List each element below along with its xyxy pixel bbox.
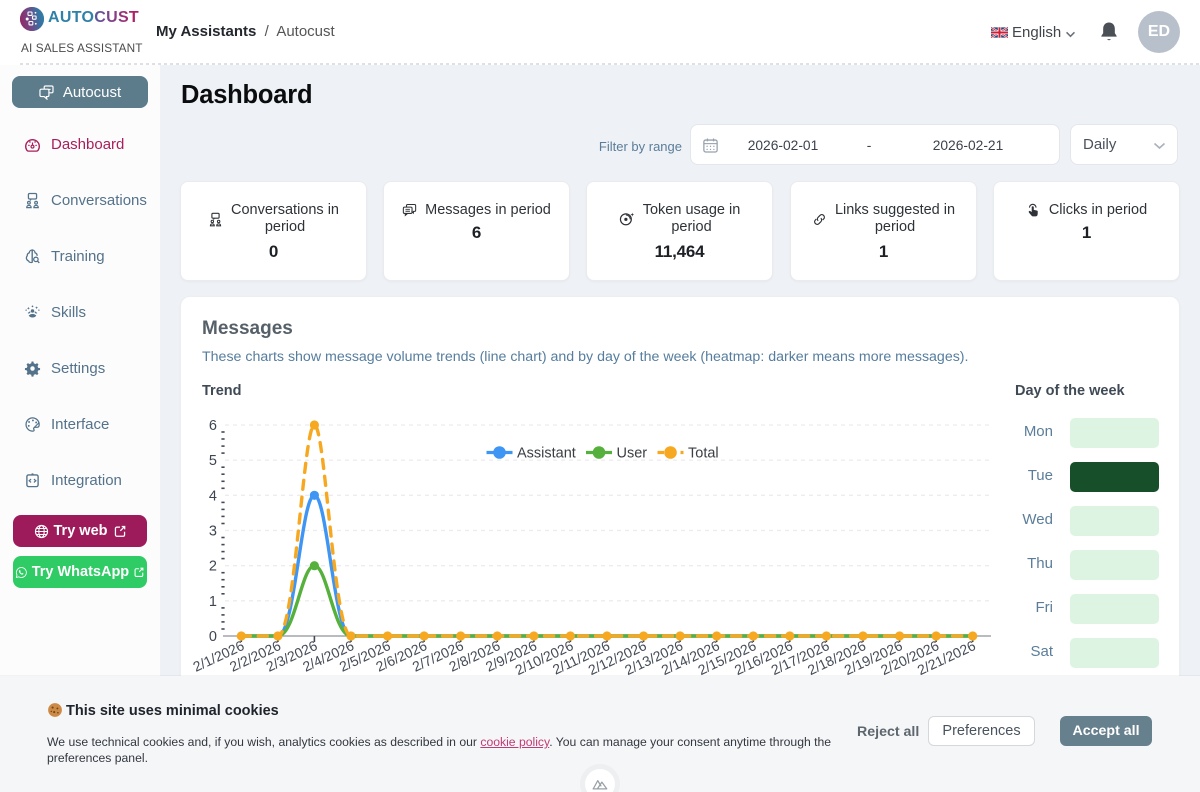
svg-text:3: 3 xyxy=(209,524,217,540)
svg-text:5: 5 xyxy=(209,453,217,469)
svg-text:User: User xyxy=(617,446,648,462)
svg-text:2: 2 xyxy=(209,559,217,575)
svg-text:Total: Total xyxy=(688,446,719,462)
svg-text:Assistant: Assistant xyxy=(517,446,576,462)
svg-text:6: 6 xyxy=(209,418,217,434)
svg-text:0: 0 xyxy=(209,629,217,645)
svg-text:1: 1 xyxy=(209,594,217,610)
svg-text:4: 4 xyxy=(209,488,217,504)
